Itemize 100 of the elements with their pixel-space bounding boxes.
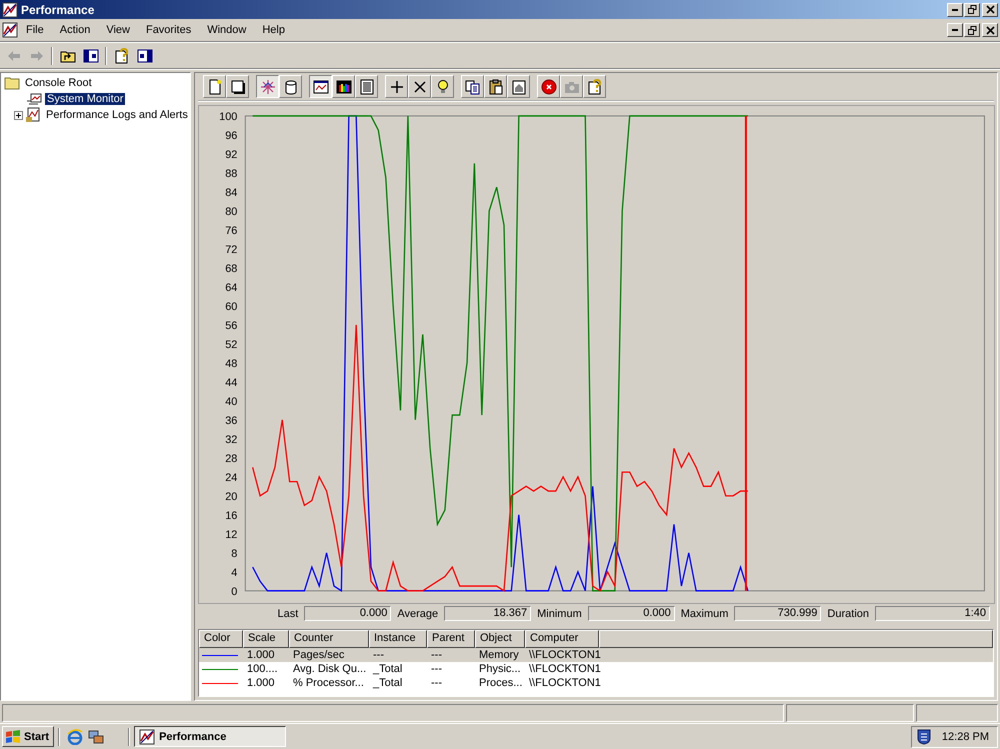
log-icon [25, 107, 41, 123]
axis-label: 0 [231, 586, 238, 598]
menu-item[interactable]: File [18, 22, 52, 38]
line-graph-icon [312, 78, 328, 95]
legend-row[interactable]: 1.000 % Processor... _Total --- Proces... \\FLOCKTON1 [199, 676, 993, 690]
folder-icon [4, 75, 20, 91]
log-button[interactable] [279, 75, 302, 98]
close-icon [986, 5, 994, 14]
start-button[interactable]: Start [2, 726, 54, 747]
table-cell-text: Memory [478, 649, 520, 662]
axis-label: 24 [225, 472, 238, 484]
pane-icon [136, 48, 152, 64]
axis-label: 88 [225, 168, 238, 180]
column-header[interactable]: Color [199, 630, 243, 648]
minimize-icon [952, 29, 958, 31]
column-header[interactable]: Instance [369, 630, 427, 648]
legend-row[interactable]: 1.000 Pages/sec --- --- Memory \\FLOCKTON1 [199, 648, 993, 662]
column-header[interactable]: Counter [289, 630, 369, 648]
value-label: Duration [827, 608, 869, 620]
add-button[interactable] [385, 75, 408, 98]
properties-button[interactable] [507, 75, 530, 98]
help-icon [586, 78, 602, 95]
table-cell-text: Pages/sec [292, 649, 346, 662]
highlight-button[interactable] [431, 75, 454, 98]
paste-button[interactable] [484, 75, 507, 98]
value-field: 18.367 [444, 606, 532, 621]
report-icon [358, 78, 374, 95]
shield-icon[interactable] [916, 728, 932, 744]
new-button[interactable] [203, 75, 226, 98]
axis-label: 36 [225, 414, 238, 427]
table-cell-text: \\FLOCKTON1 [528, 677, 599, 690]
help-icon [114, 48, 130, 64]
clipboard-icon [488, 78, 504, 95]
value-label: Last [278, 608, 298, 620]
axis-label: 4 [231, 566, 238, 579]
graph-button[interactable] [309, 75, 332, 98]
axis-label: 8 [231, 548, 238, 560]
axis-label: 40 [225, 396, 238, 408]
value-label: Average [397, 608, 438, 620]
menu-item[interactable]: Window [199, 22, 254, 38]
minimize-icon [952, 8, 958, 10]
current-button[interactable] [256, 75, 279, 98]
histogram-button[interactable] [332, 75, 355, 98]
expand-toggle[interactable] [14, 110, 23, 120]
menu-item[interactable]: View [98, 22, 138, 38]
table-cell-text: \\FLOCKTON1 [528, 649, 599, 662]
value-field: 0.000 [588, 606, 675, 621]
x-icon [412, 78, 428, 95]
close-button[interactable] [982, 2, 998, 16]
copy-button[interactable] [461, 75, 484, 98]
axis-label: 12 [225, 528, 238, 541]
restore-button[interactable] [964, 2, 980, 16]
copy-icon [464, 78, 480, 95]
table-cell-text: % Processor... [292, 677, 365, 690]
column-header[interactable]: Object [475, 630, 525, 648]
axis-label: 64 [225, 282, 238, 294]
menu-item[interactable]: Action [52, 22, 98, 38]
browser-icon[interactable] [67, 728, 84, 744]
column-header[interactable]: Parent [427, 630, 475, 648]
axis-label: 80 [225, 206, 238, 218]
table-cell-text: Physic... [478, 663, 522, 676]
properties-icon [510, 78, 526, 95]
menu-item[interactable]: Help [254, 22, 293, 38]
axis-label: 68 [225, 262, 238, 275]
table-cell-text: 100.... [246, 663, 279, 676]
axis-label: 84 [225, 186, 238, 199]
close-button[interactable] [982, 23, 998, 37]
table-cell-text: --- [430, 663, 443, 676]
app-icon [139, 728, 156, 744]
close-icon [986, 26, 994, 34]
axis-label: 96 [225, 130, 238, 142]
axis-label: 28 [225, 452, 238, 465]
desktop-icon[interactable] [88, 728, 104, 744]
help-button[interactable] [583, 75, 606, 98]
app-icon [2, 2, 18, 18]
delete-button[interactable] [408, 75, 431, 98]
legend-row[interactable]: 100.... Avg. Disk Qu... _Total --- Physic... \\FLOCKTON1 [199, 662, 993, 676]
min-button[interactable] [947, 23, 963, 37]
table-cell-text: --- [372, 649, 385, 662]
table-cell-text: --- [430, 649, 443, 662]
axis-label: 16 [225, 510, 238, 522]
menu-item[interactable]: Favorites [138, 22, 200, 38]
axis-label: 48 [225, 358, 238, 370]
value-label: Maximum [680, 608, 728, 620]
value-label: Minimum [537, 608, 582, 620]
taskbar-button[interactable]: Performance [134, 726, 286, 747]
restore-button[interactable] [964, 23, 980, 37]
tree-item[interactable]: Performance Logs and Alerts [44, 109, 190, 121]
table-cell-text: 1.000 [246, 677, 276, 690]
restore-icon [968, 26, 976, 34]
axis-label: 56 [225, 320, 238, 332]
freeze-button[interactable] [537, 75, 560, 98]
clear-button[interactable] [226, 75, 249, 98]
tree-item[interactable]: Console Root [23, 77, 94, 89]
report-button[interactable] [355, 75, 378, 98]
column-header[interactable]: Computer [525, 630, 599, 648]
column-header[interactable]: Scale [243, 630, 289, 648]
blank-page-icon [230, 78, 246, 95]
tree-item[interactable]: System Monitor [45, 93, 126, 105]
min-button[interactable] [947, 2, 963, 16]
